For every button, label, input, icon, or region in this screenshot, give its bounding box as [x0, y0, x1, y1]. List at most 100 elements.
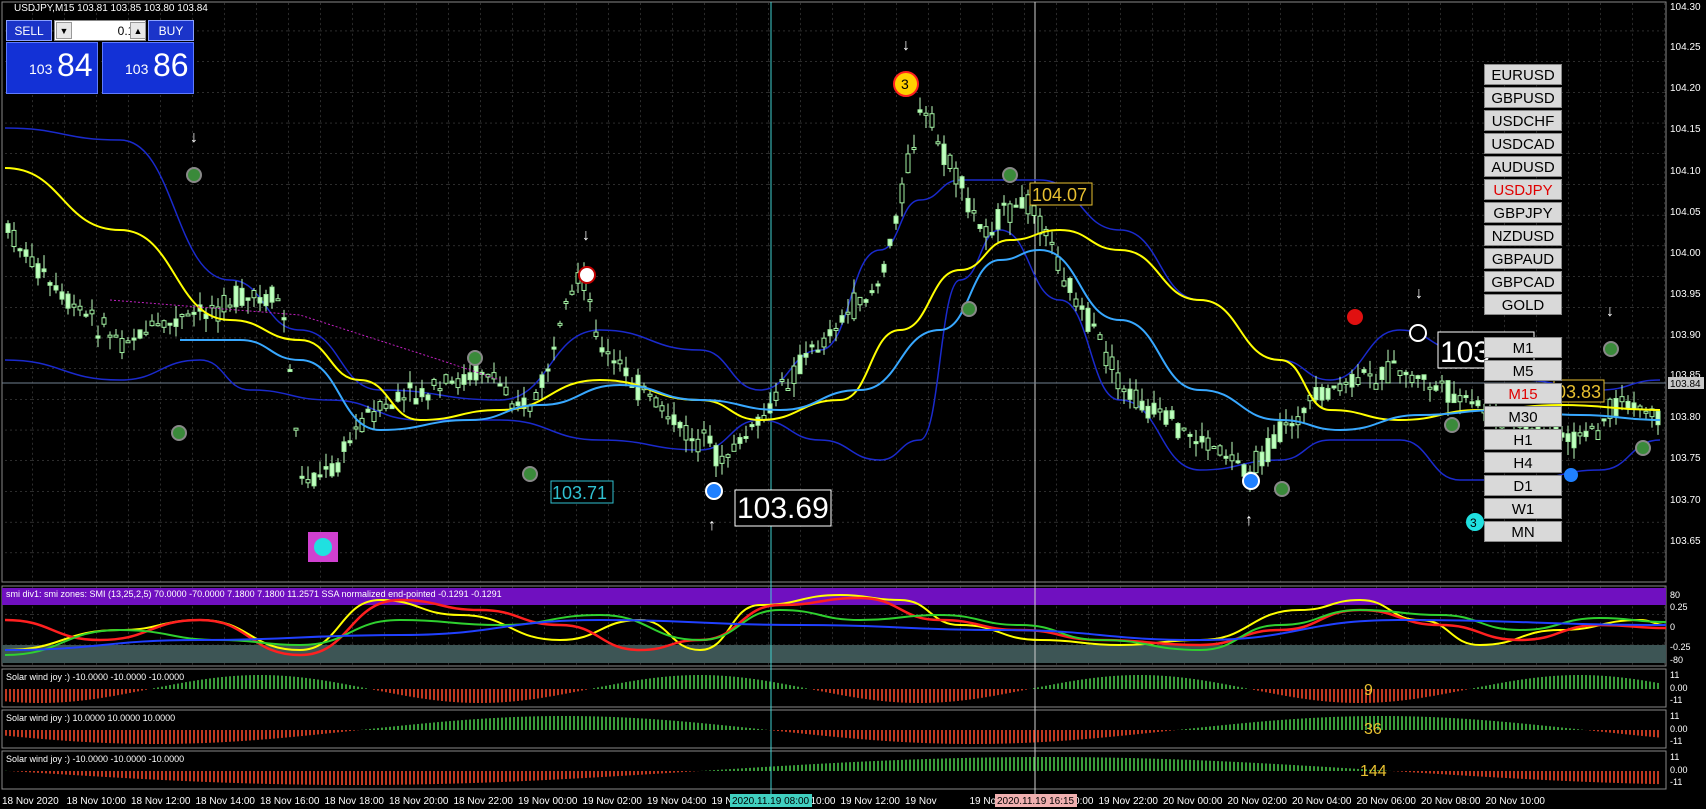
smi-axis-label: 0 — [1670, 622, 1675, 632]
candle-body — [1049, 241, 1055, 245]
candle-body — [593, 331, 599, 337]
buy-button[interactable]: BUY — [148, 20, 194, 41]
candle-body — [1313, 386, 1319, 401]
sell-button[interactable]: SELL — [6, 20, 52, 41]
timeframe-button-h4[interactable]: H4 — [1484, 452, 1562, 473]
candle-body — [239, 287, 245, 306]
symbol-button-gbpjpy[interactable]: GBPJPY — [1484, 202, 1562, 223]
candle-body — [173, 318, 179, 327]
candle-body — [1433, 385, 1439, 391]
symbol-button-nzdusd[interactable]: NZDUSD — [1484, 225, 1562, 246]
candle-body — [917, 109, 923, 113]
smi-title: smi div1: smi zones: SMI (13,25,2,5) 70.… — [6, 589, 502, 599]
timeframe-button-m30[interactable]: M30 — [1484, 406, 1562, 427]
candle-body — [707, 435, 713, 444]
candle-body — [59, 291, 65, 300]
candle-body — [167, 322, 173, 326]
price-axis-label: 103.70 — [1670, 495, 1701, 506]
solar3-count: 144 — [1360, 763, 1387, 780]
timeframe-button-w1[interactable]: W1 — [1484, 498, 1562, 519]
timeframe-button-m5[interactable]: M5 — [1484, 360, 1562, 381]
smi-axis-label: 0.25 — [1670, 602, 1688, 612]
symbol-button-gbpusd[interactable]: GBPUSD — [1484, 87, 1562, 108]
candle-body — [767, 403, 773, 414]
candle-body — [323, 466, 329, 470]
symbol-button-eurusd[interactable]: EURUSD — [1484, 64, 1562, 85]
candle-body — [245, 297, 251, 301]
candle-body — [185, 313, 191, 317]
candle-body — [683, 425, 689, 441]
symbol-button-usdcad[interactable]: USDCAD — [1484, 133, 1562, 154]
candle-body — [1457, 395, 1463, 403]
symbol-button-gbpcad[interactable]: GBPCAD — [1484, 271, 1562, 292]
time-axis-label: 18 Nov 20:00 — [389, 796, 449, 807]
candle-body — [53, 285, 59, 291]
candle-body — [1253, 450, 1259, 474]
timeframe-button-mn[interactable]: MN — [1484, 521, 1562, 542]
candle-body — [941, 143, 947, 166]
symbol-button-usdjpy[interactable]: USDJPY — [1484, 179, 1562, 200]
signal-number: 3 — [901, 76, 909, 92]
candle-body — [1397, 370, 1403, 376]
candle-body — [143, 331, 149, 335]
time-axis-label: 19 Nov — [905, 796, 937, 807]
buy-quote[interactable]: 103 86 — [102, 42, 194, 94]
time-axis-label: 20 Nov 06:00 — [1357, 796, 1417, 807]
candle-body — [851, 292, 857, 320]
symbol-button-usdchf[interactable]: USDCHF — [1484, 110, 1562, 131]
candle-body — [1109, 356, 1115, 370]
candle-body — [911, 147, 917, 151]
candle-body — [755, 416, 761, 426]
candle-body — [533, 392, 539, 401]
candle-body — [1415, 375, 1421, 380]
candle-body — [947, 154, 953, 169]
symbol-button-gold[interactable]: GOLD — [1484, 294, 1562, 315]
candle-body — [773, 391, 779, 401]
timeframe-button-d1[interactable]: D1 — [1484, 475, 1562, 496]
candle-body — [1619, 396, 1625, 403]
sell-quote[interactable]: 103 84 — [6, 42, 98, 94]
candle-body — [1343, 381, 1349, 385]
candle-body — [791, 365, 797, 384]
solar-axis-label: -11 — [1670, 777, 1682, 787]
candle-body — [1637, 405, 1643, 410]
candle-body — [1193, 441, 1199, 445]
chart-canvas[interactable]: 3 3 ↓ ↓ ↓ ↓ ↓ ↑ ↑ 104.30 104.25 104.20 104.15 104.10… — [0, 0, 1706, 809]
candle-body — [377, 401, 383, 411]
timeframe-button-h1[interactable]: H1 — [1484, 429, 1562, 450]
candle-body — [1223, 455, 1229, 459]
candle-body — [1055, 256, 1061, 271]
candle-body — [449, 380, 455, 384]
candle-body — [1127, 388, 1133, 400]
candle-body — [1655, 410, 1661, 426]
candle-body — [89, 309, 95, 315]
smi-axis-label: -0.25 — [1670, 642, 1691, 652]
candle-body — [71, 303, 77, 308]
price-axis-label: 103.80 — [1670, 412, 1701, 423]
candle-body — [545, 368, 551, 372]
signal-marker-low — [314, 538, 332, 556]
candle-body — [347, 440, 353, 444]
candle-body — [617, 359, 623, 365]
arrow-down-icon: ↓ — [190, 129, 198, 146]
lot-decrease-icon[interactable]: ▼ — [56, 22, 72, 39]
time-axis-label: 19 Nov 22:00 — [1099, 796, 1159, 807]
timeframe-button-m1[interactable]: M1 — [1484, 337, 1562, 358]
symbol-button-gbpaud[interactable]: GBPAUD — [1484, 248, 1562, 269]
timeframe-button-m15[interactable]: M15 — [1484, 383, 1562, 404]
signal-marker-blue-3 — [1564, 468, 1578, 482]
candle-body — [1187, 433, 1193, 437]
symbol-button-audusd[interactable]: AUDUSD — [1484, 156, 1562, 177]
candle-body — [569, 290, 575, 295]
candle-body — [101, 317, 107, 325]
candle-body — [383, 403, 389, 409]
candle-body — [839, 315, 845, 323]
price-axis-label: 103.95 — [1670, 289, 1701, 300]
candle-body — [713, 445, 719, 467]
candle-body — [1439, 380, 1445, 384]
solar-wind-histograms — [5, 675, 1659, 785]
candle-body — [1199, 435, 1205, 443]
solar-axis-label: 11 — [1670, 670, 1679, 680]
lot-increase-icon[interactable]: ▲ — [130, 22, 146, 39]
candle-body — [107, 334, 113, 338]
